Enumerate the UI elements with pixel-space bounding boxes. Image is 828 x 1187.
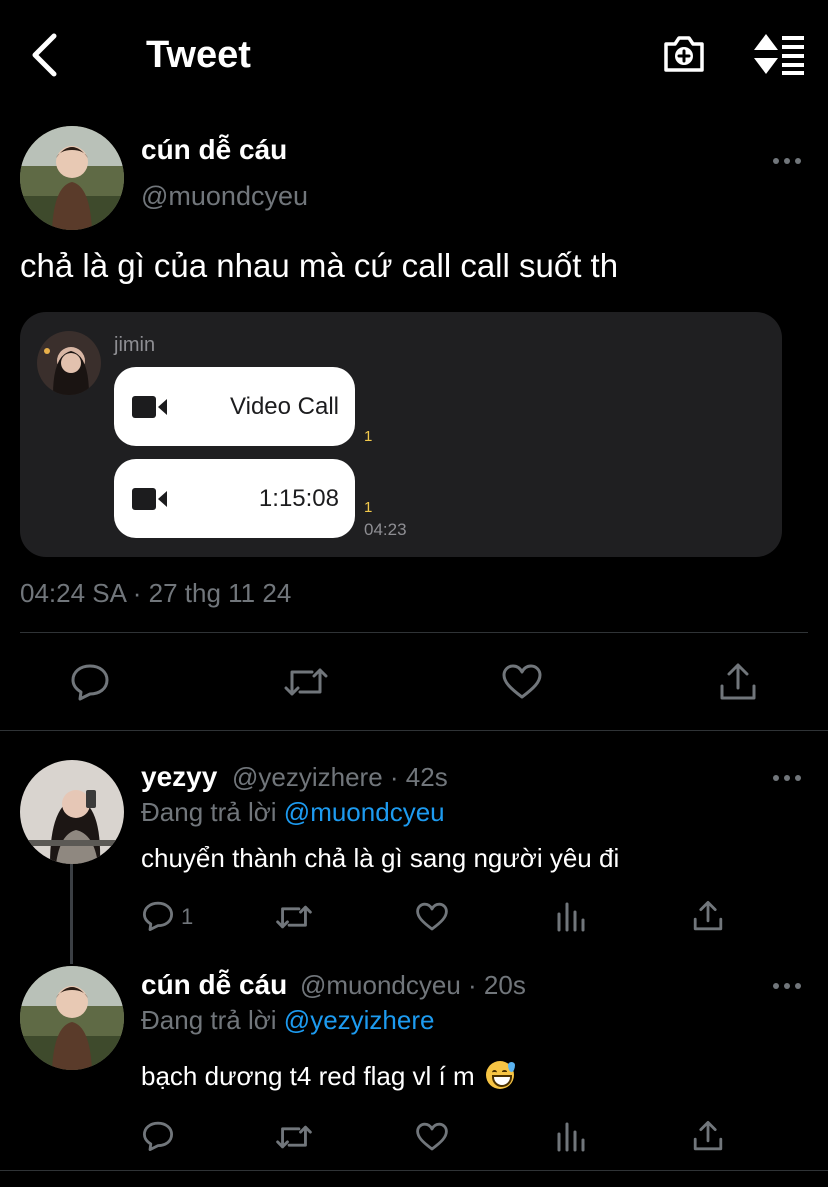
more-options-button[interactable]: [772, 154, 802, 166]
like-button[interactable]: [416, 1122, 448, 1157]
bar-chart-icon: [557, 1122, 585, 1152]
reply-author-name[interactable]: yezyy: [141, 761, 217, 793]
views-button[interactable]: [556, 902, 586, 937]
more-dots-icon: [773, 158, 801, 164]
views-button[interactable]: [556, 1122, 586, 1157]
share-button[interactable]: [692, 900, 724, 937]
share-icon: [693, 1121, 723, 1151]
like-button[interactable]: [502, 664, 542, 705]
reply-icon: [143, 901, 173, 931]
author-handle[interactable]: @muondcyeu: [141, 181, 308, 212]
video-call-bubble: Video Call: [114, 367, 355, 446]
sort-list-icon: [754, 34, 804, 75]
grinning-sweat-emoji-icon: [485, 1061, 515, 1089]
divider: [0, 1170, 828, 1171]
more-dots-icon: [773, 775, 801, 781]
reply-author-meta: @yezyizhere · 42s: [232, 762, 448, 792]
replying-prefix: Đang trả lời: [141, 797, 277, 827]
bar-chart-icon: [557, 902, 585, 932]
heart-icon: [416, 902, 448, 931]
reply-avatar[interactable]: [20, 760, 124, 864]
reply-text: chuyển thành chả là gì sang người yêu đi: [141, 843, 620, 873]
reply-icon: [71, 664, 109, 701]
mention-link[interactable]: @yezyizhere: [284, 1005, 435, 1035]
page-title: Tweet: [146, 34, 251, 76]
tweet-timestamp: 04:24 SA · 27 thg 11 24: [20, 578, 292, 608]
call-duration-bubble: 1:15:08: [114, 459, 355, 538]
mention-link[interactable]: @muondcyeu: [284, 797, 445, 827]
retweet-icon: [284, 668, 328, 696]
reply-count: 1: [181, 904, 194, 929]
divider: [0, 730, 828, 731]
chevron-left-icon: [32, 33, 57, 77]
heart-icon: [502, 664, 542, 699]
heart-icon: [416, 1122, 448, 1151]
divider: [20, 632, 808, 633]
sort-button[interactable]: [752, 30, 808, 78]
share-icon: [693, 901, 723, 931]
tweet-image[interactable]: jimin Video Call 1 1:15:08 1 04:23: [20, 312, 782, 557]
retweet-icon: [276, 1125, 312, 1149]
read-count: 1: [364, 428, 373, 445]
more-options-button[interactable]: [772, 979, 802, 991]
reply-text-line: bạch dương t4 red flag vl í m: [141, 1061, 515, 1092]
share-icon: [720, 663, 756, 700]
reply-author-meta: @muondcyeu · 20s: [300, 970, 526, 1000]
retweet-icon: [276, 905, 312, 929]
reply-author-name[interactable]: cún dễ cáu: [141, 969, 287, 1001]
reply-button[interactable]: [142, 1120, 174, 1157]
reply-avatar[interactable]: [20, 966, 124, 1070]
message-time: 04:23: [364, 520, 407, 539]
author-name[interactable]: cún dễ cáu: [141, 134, 287, 166]
camera-button[interactable]: [660, 30, 708, 78]
reply-button[interactable]: [70, 662, 110, 707]
retweet-button[interactable]: [276, 1122, 312, 1157]
like-button[interactable]: [416, 902, 448, 937]
replying-to: Đang trả lời @muondcyeu: [141, 797, 445, 828]
thread-line: [70, 864, 73, 964]
bubble-label: 1:15:08: [258, 485, 339, 512]
replying-prefix: Đang trả lời: [141, 1005, 277, 1035]
replying-to: Đang trả lời @yezyizhere: [141, 1005, 434, 1036]
reply-text: bạch dương t4 red flag vl í m: [141, 1061, 475, 1091]
sender-avatar: [37, 331, 101, 395]
bubble-label: Video Call: [230, 393, 339, 420]
retweet-button[interactable]: [284, 664, 328, 705]
read-count: 1: [364, 499, 373, 516]
more-dots-icon: [773, 983, 801, 989]
author-avatar[interactable]: [20, 126, 124, 230]
camera-plus-icon: [664, 36, 704, 72]
video-camera-icon: [132, 396, 167, 418]
video-camera-icon: [132, 488, 167, 510]
more-options-button[interactable]: [772, 771, 802, 783]
share-button[interactable]: [718, 662, 758, 707]
back-button[interactable]: [26, 32, 66, 78]
reply-button[interactable]: [142, 900, 174, 937]
retweet-button[interactable]: [276, 902, 312, 937]
reply-icon: [143, 1121, 173, 1151]
share-button[interactable]: [692, 1120, 724, 1157]
sender-name: jimin: [114, 334, 156, 356]
tweet-text: chả là gì của nhau mà cứ call call suốt …: [20, 247, 619, 284]
top-bar: Tweet: [0, 0, 828, 110]
